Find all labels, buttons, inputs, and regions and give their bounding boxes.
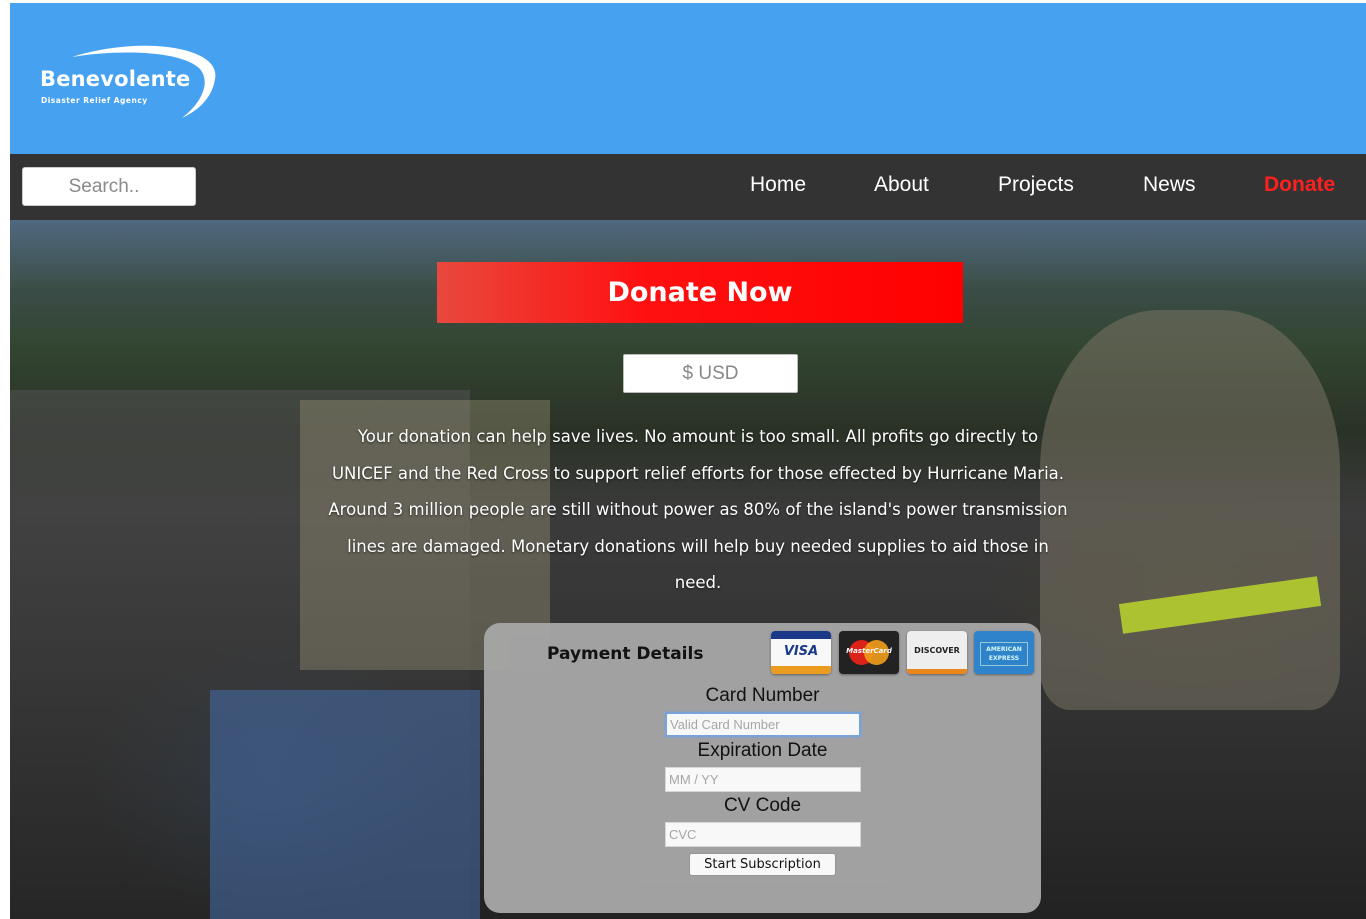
amex-icon: AMERICAN EXPRESS	[974, 631, 1034, 674]
cv-code-label: CV Code	[723, 795, 802, 816]
nav-news[interactable]: News	[1143, 173, 1196, 197]
cvc-field[interactable]	[665, 822, 861, 847]
start-subscription-button[interactable]: Start Subscription	[689, 853, 836, 876]
hero-section: Donate Now Your donation can help save l…	[10, 220, 1366, 919]
payment-title: Payment Details	[547, 644, 704, 664]
site-header: Benevolente Disaster Relief Agency	[10, 3, 1366, 154]
discover-icon: DISCOVER	[907, 631, 967, 674]
hero-water-packs	[210, 690, 480, 919]
card-number-label: Card Number	[705, 685, 820, 706]
logo-title: Benevolente	[40, 67, 191, 91]
search-input[interactable]	[22, 167, 196, 206]
mastercard-icon: MasterCard	[839, 631, 899, 674]
visa-icon: VISA	[771, 631, 831, 674]
card-number-field[interactable]	[665, 712, 861, 737]
nav-donate[interactable]: Donate	[1264, 173, 1335, 197]
nav-about[interactable]: About	[874, 173, 929, 197]
hero-person	[1040, 310, 1340, 710]
nav-home[interactable]: Home	[750, 173, 806, 197]
amount-input[interactable]	[623, 354, 798, 393]
donation-message: Your donation can help save lives. No am…	[328, 427, 1068, 592]
nav-bar: Home About Projects News Donate	[10, 154, 1366, 220]
logo[interactable]: Benevolente Disaster Relief Agency	[32, 41, 222, 121]
payment-panel: Payment Details VISA MasterCard DISCOVER…	[484, 623, 1041, 913]
nav-projects[interactable]: Projects	[998, 173, 1074, 197]
logo-subtitle: Disaster Relief Agency	[41, 96, 148, 105]
expiration-label: Expiration Date	[697, 740, 828, 761]
page: Benevolente Disaster Relief Agency Home …	[10, 3, 1366, 919]
donate-now-button[interactable]: Donate Now	[437, 262, 963, 323]
expiration-field[interactable]	[665, 767, 861, 792]
